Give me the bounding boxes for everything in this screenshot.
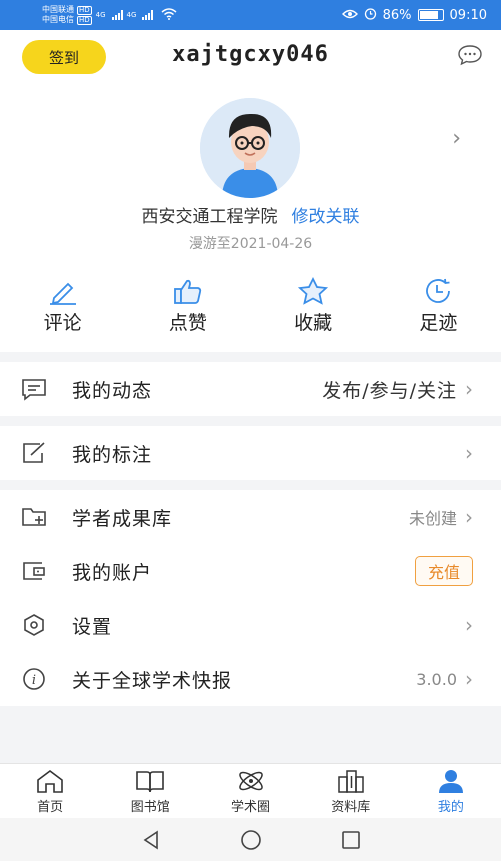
- status-bar: 中国联通 HD 中国电信 HD 4G 4G 86% 09:10: [0, 0, 501, 30]
- tab-home[interactable]: 首页: [0, 764, 100, 818]
- menu-item-label: 设置: [72, 615, 113, 638]
- battery-percent: 86%: [382, 7, 412, 23]
- chevron-right-icon: ›: [465, 377, 473, 401]
- signal-icon: [142, 10, 154, 20]
- menu-item-account[interactable]: 我的账户 充值: [0, 544, 501, 598]
- row-right: 充值: [414, 556, 473, 586]
- quick-action-label: 足迹: [419, 312, 458, 334]
- person-icon: [438, 769, 463, 793]
- history-clock-icon: [426, 278, 451, 303]
- menu-item-label: 关于全球学术快报: [72, 669, 233, 692]
- tab-mine[interactable]: 我的: [401, 764, 501, 818]
- row-right: ›: [465, 441, 473, 465]
- menu-group-dynamics: 我的动态 发布/参与/关注 ›: [0, 362, 501, 416]
- menu-group-annotations: 我的标注 ›: [0, 426, 501, 480]
- info-icon: i: [23, 668, 45, 690]
- recents-square-icon[interactable]: [340, 829, 362, 851]
- chevron-right-icon: ›: [465, 667, 473, 691]
- menu-item-annotations[interactable]: 我的标注 ›: [0, 426, 501, 480]
- menu-item-label: 我的动态: [72, 379, 153, 402]
- chevron-right-icon: ›: [465, 613, 473, 637]
- signal-icon: [111, 10, 123, 20]
- tab-label: 资料库: [331, 799, 371, 815]
- username: xajtgcxy046: [172, 42, 329, 67]
- menu-group-misc: 学者成果库 未创建 › 我的账户 充值 设置 › i 关于全球学术快报 3.0.…: [0, 490, 501, 706]
- tab-label: 学术圈: [231, 799, 271, 815]
- row-right: 3.0.0 ›: [416, 667, 473, 691]
- carrier-1: 中国联通: [42, 5, 74, 14]
- scholar-status: 未创建: [408, 509, 457, 528]
- profile-header: 签到 xajtgcxy046 › 西安交通工程学院 修改关联 漫游至2021-04…: [0, 30, 501, 352]
- clock: 09:10: [449, 7, 487, 23]
- book-icon: [136, 770, 165, 792]
- network-type-2: 4G: [126, 11, 137, 19]
- menu-item-label: 我的标注: [72, 443, 153, 466]
- avatar[interactable]: [200, 98, 300, 198]
- chevron-right-icon: ›: [465, 505, 473, 529]
- tab-label: 首页: [37, 799, 64, 815]
- profile-detail-chevron-icon[interactable]: ›: [452, 126, 461, 151]
- chevron-right-icon: ›: [465, 441, 473, 465]
- tab-academic-circle[interactable]: 学术圈: [200, 764, 300, 818]
- pencil-icon: [49, 282, 76, 305]
- edit-association-link[interactable]: 修改关联: [292, 207, 360, 227]
- thumbs-up-icon: [173, 279, 202, 304]
- quick-action-label: 收藏: [294, 312, 333, 334]
- system-nav-bar: [0, 818, 501, 861]
- chat-bubble-icon: [22, 379, 46, 401]
- message-icon[interactable]: [457, 44, 483, 66]
- menu-item-dynamics[interactable]: 我的动态 发布/参与/关注 ›: [0, 362, 501, 416]
- quick-action-comment[interactable]: 评论: [0, 276, 125, 335]
- wallet-icon: [23, 562, 45, 580]
- carrier-2: 中国电信: [42, 15, 74, 24]
- atom-icon: [238, 771, 263, 790]
- app-version: 3.0.0: [416, 669, 457, 689]
- school-line: 西安交通工程学院 修改关联: [0, 202, 501, 227]
- eye-comfort-icon: [341, 8, 358, 23]
- home-icon: [37, 769, 63, 793]
- row-right: ›: [465, 613, 473, 637]
- tab-label: 我的: [437, 799, 464, 815]
- row-right: 未创建 ›: [409, 505, 473, 529]
- quick-action-label: 点赞: [168, 312, 207, 334]
- tab-library[interactable]: 图书馆: [100, 764, 200, 818]
- recharge-button[interactable]: 充值: [414, 556, 473, 586]
- network-type-1: 4G: [95, 11, 106, 19]
- settings-hexagon-icon: [24, 614, 44, 636]
- svg-text:i: i: [32, 673, 36, 688]
- roam-date: 漫游至2021-04-26: [188, 236, 313, 252]
- school-name: 西安交通工程学院: [141, 207, 278, 227]
- alarm-icon: [364, 7, 377, 24]
- star-icon: [298, 276, 329, 305]
- carrier-info: 中国联通 HD 中国电信 HD: [42, 5, 92, 25]
- hd-badge: HD: [77, 15, 92, 25]
- hd-badge: HD: [77, 5, 92, 15]
- home-circle-icon[interactable]: [240, 829, 262, 851]
- bottom-tab-bar: 首页 图书馆 学术圈 资料库 我的: [0, 763, 501, 818]
- menu-item-settings[interactable]: 设置 ›: [0, 598, 501, 652]
- quick-action-label: 评论: [43, 312, 82, 334]
- folder-add-icon: [22, 508, 46, 526]
- row-right: 发布/参与/关注 ›: [322, 376, 473, 403]
- menu-item-about[interactable]: i 关于全球学术快报 3.0.0 ›: [0, 652, 501, 706]
- battery-icon: [417, 9, 444, 21]
- tab-label: 图书馆: [130, 799, 170, 815]
- back-triangle-icon[interactable]: [140, 829, 162, 851]
- edit-note-icon: [23, 442, 45, 463]
- quick-action-history[interactable]: 足迹: [376, 276, 501, 335]
- tab-database[interactable]: 资料库: [301, 764, 401, 818]
- quick-action-like[interactable]: 点赞: [125, 276, 250, 335]
- wifi-icon: [161, 7, 177, 23]
- dynamics-value: 发布/参与/关注: [322, 379, 457, 402]
- quick-actions: 评论 点赞 收藏 足迹: [0, 276, 501, 335]
- menu-item-label: 我的账户: [72, 561, 153, 584]
- building-icon: [337, 769, 364, 793]
- menu-item-label: 学者成果库: [72, 507, 173, 530]
- menu-item-scholar[interactable]: 学者成果库 未创建 ›: [0, 490, 501, 544]
- quick-action-favorite[interactable]: 收藏: [251, 276, 376, 335]
